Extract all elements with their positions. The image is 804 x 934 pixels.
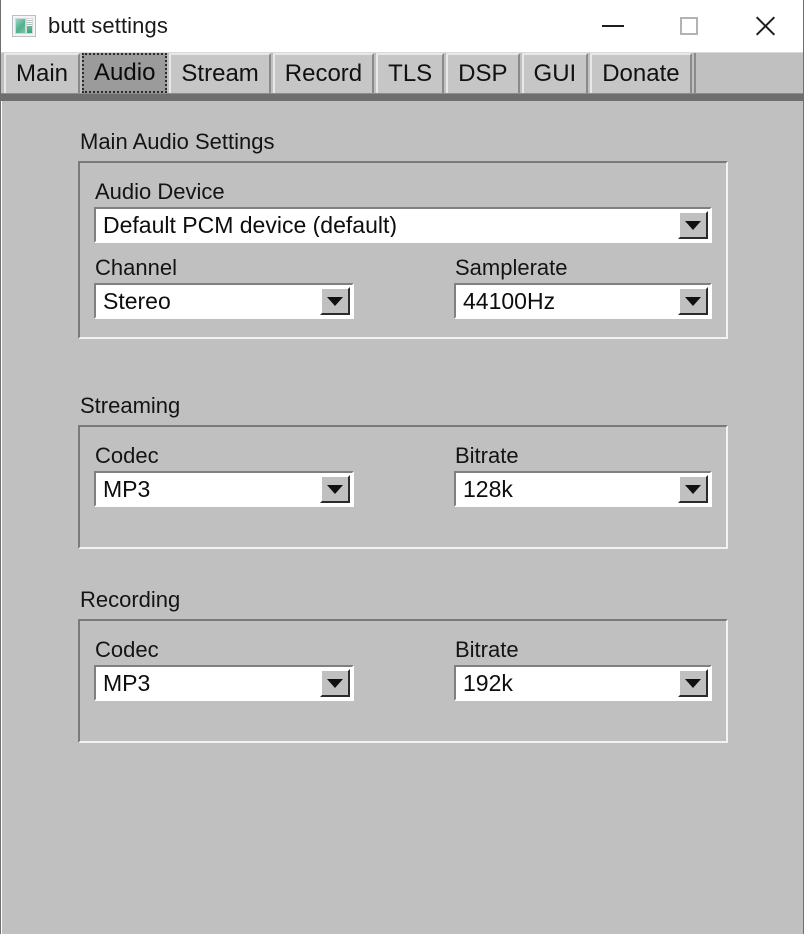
close-button[interactable] <box>727 0 803 52</box>
minimize-icon <box>602 25 624 27</box>
chevron-down-icon[interactable] <box>320 475 350 503</box>
section-main-audio-settings: Main Audio Settings Audio Device Default… <box>78 129 728 339</box>
label-recording-bitrate: Bitrate <box>455 637 519 662</box>
tab-stream[interactable]: Stream <box>169 53 271 93</box>
channel-value: Stereo <box>103 289 171 313</box>
groupbox-streaming: Codec MP3 Bitrate 128k <box>78 425 728 549</box>
section-recording: Recording Codec MP3 Bitrate 192k <box>78 587 728 743</box>
maximize-icon <box>680 17 698 35</box>
settings-window: butt settings Main Audio Stream Record T… <box>0 0 804 934</box>
samplerate-value: 44100Hz <box>463 289 556 313</box>
audio-tab-panel: Main Audio Settings Audio Device Default… <box>1 101 803 934</box>
groupbox-recording: Codec MP3 Bitrate 192k <box>78 619 728 743</box>
audio-device-combobox[interactable]: Default PCM device (default) <box>94 207 712 243</box>
section-title-streaming: Streaming <box>80 393 181 418</box>
minimize-button[interactable] <box>575 0 651 52</box>
app-icon-bar <box>27 20 32 21</box>
maximize-button[interactable] <box>651 0 727 52</box>
section-title-recording: Recording <box>80 587 181 612</box>
tab-record[interactable]: Record <box>272 53 375 93</box>
tab-audio[interactable]: Audio <box>82 53 168 93</box>
section-streaming: Streaming Codec MP3 Bitrate 128k <box>78 393 728 549</box>
label-channel: Channel <box>95 255 177 280</box>
tab-tls[interactable]: TLS <box>376 53 445 93</box>
streaming-codec-combobox[interactable]: MP3 <box>94 471 354 507</box>
label-audio-device: Audio Device <box>95 179 225 204</box>
groupbox-main-audio-settings: Audio Device Default PCM device (default… <box>78 161 728 339</box>
chevron-down-icon[interactable] <box>678 669 708 697</box>
label-streaming-bitrate: Bitrate <box>455 443 519 468</box>
app-icon-bar <box>27 24 32 25</box>
streaming-codec-value: MP3 <box>103 477 151 501</box>
label-recording-codec: Codec <box>95 637 159 662</box>
tab-dsp[interactable]: DSP <box>446 53 520 93</box>
close-icon <box>753 14 777 38</box>
streaming-bitrate-combobox[interactable]: 128k <box>454 471 712 507</box>
tab-donate[interactable]: Donate <box>590 53 692 93</box>
window-controls <box>575 0 803 52</box>
label-streaming-codec: Codec <box>95 443 159 468</box>
tab-bar-separator <box>1 93 803 101</box>
app-icon-pane-left <box>15 18 26 34</box>
app-icon-bar <box>27 22 32 23</box>
label-samplerate: Samplerate <box>455 255 568 280</box>
recording-bitrate-combobox[interactable]: 192k <box>454 665 712 701</box>
chevron-down-icon[interactable] <box>678 287 708 315</box>
chevron-down-icon[interactable] <box>678 475 708 503</box>
tab-bar-filler <box>693 53 803 93</box>
chevron-down-icon[interactable] <box>320 287 350 315</box>
channel-combobox[interactable]: Stereo <box>94 283 354 319</box>
title-bar: butt settings <box>1 0 803 53</box>
recording-codec-value: MP3 <box>103 671 151 695</box>
streaming-bitrate-value: 128k <box>463 477 513 501</box>
tab-bar: Main Audio Stream Record TLS DSP GUI Don… <box>1 53 803 93</box>
samplerate-combobox[interactable]: 44100Hz <box>454 283 712 319</box>
recording-bitrate-value: 192k <box>463 671 513 695</box>
audio-device-value: Default PCM device (default) <box>103 213 398 237</box>
recording-codec-combobox[interactable]: MP3 <box>94 665 354 701</box>
window-title: butt settings <box>48 13 168 38</box>
chevron-down-icon[interactable] <box>678 211 708 239</box>
app-window-icon <box>12 15 36 37</box>
chevron-down-icon[interactable] <box>320 669 350 697</box>
tab-main[interactable]: Main <box>4 53 81 93</box>
app-icon-swatch <box>27 26 32 33</box>
tab-gui[interactable]: GUI <box>521 53 589 93</box>
section-title-main-audio-settings: Main Audio Settings <box>80 129 275 154</box>
